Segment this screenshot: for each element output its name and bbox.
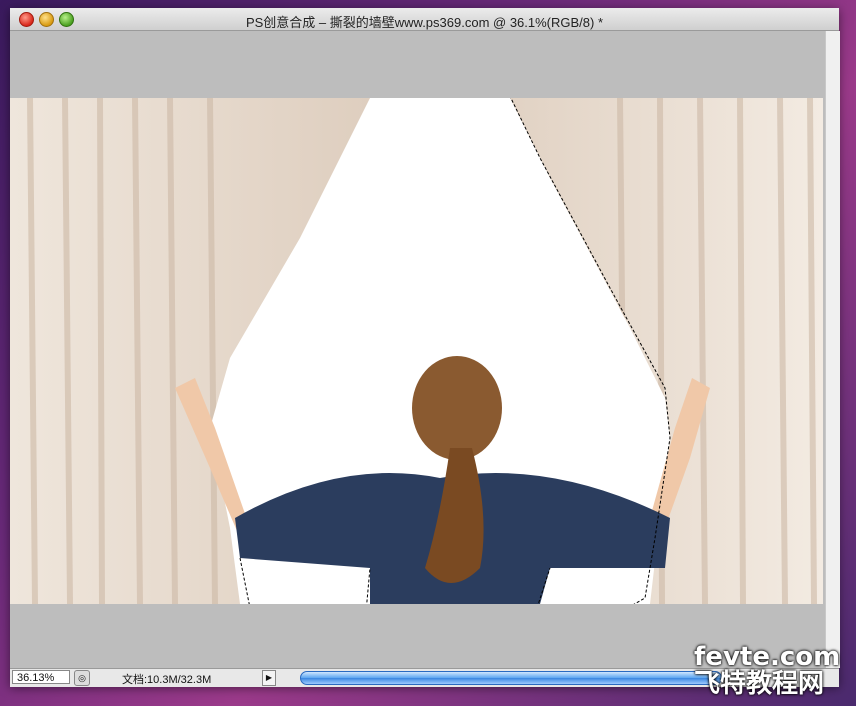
zoom-level-field[interactable]: 36.13% — [12, 670, 70, 684]
watermark: fevte.com 飞特教程网 — [694, 644, 840, 698]
status-menu-arrow-icon[interactable]: ▶ — [262, 670, 276, 686]
watermark-line1: fevte.com — [694, 642, 841, 672]
vertical-scrollbar[interactable] — [825, 31, 840, 668]
window-title: PS创意合成 – 撕裂的墙壁www.ps369.com @ 36.1%(RGB/… — [245, 15, 604, 30]
document-image[interactable] — [10, 98, 823, 604]
watermark-line2: 飞特教程网 — [694, 669, 825, 699]
title-bar[interactable]: PS创意合成 – 撕裂的墙壁www.ps369.com @ 36.1%(RGB/… — [10, 8, 839, 31]
canvas-area[interactable] — [10, 31, 825, 668]
horizontal-scrollbar-thumb[interactable] — [300, 671, 722, 685]
document-size-info: 文档:10.3M/32.3M — [122, 674, 212, 686]
photo-curtains-woman — [10, 98, 823, 604]
photoshop-window: PS创意合成 – 撕裂的墙壁www.ps369.com @ 36.1%(RGB/… — [10, 8, 840, 687]
zoom-icon[interactable]: ◎ — [74, 670, 90, 686]
